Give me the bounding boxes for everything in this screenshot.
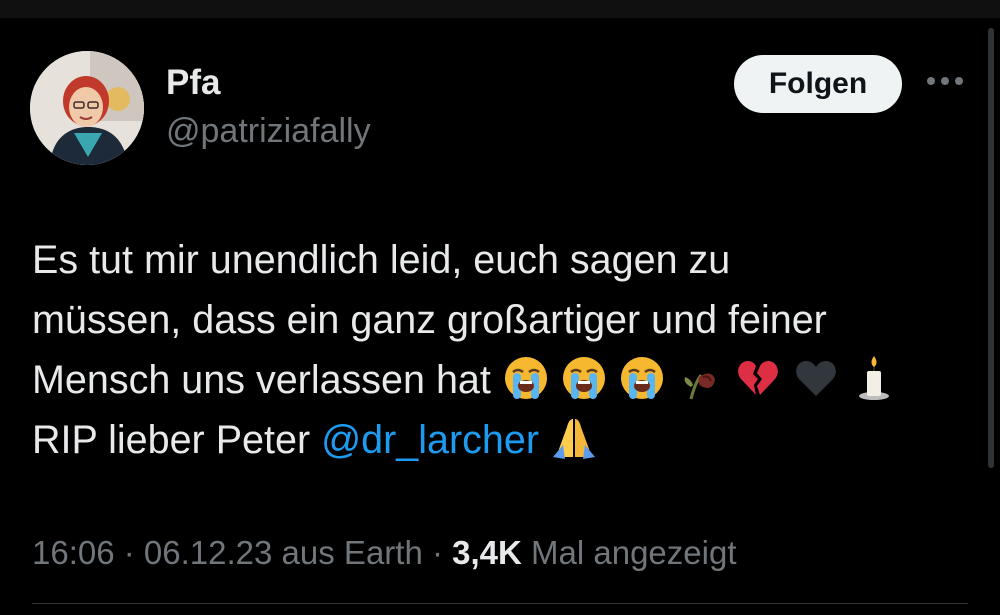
top-bar: [0, 0, 1000, 18]
tweet-line-4-text: RIP lieber Peter: [32, 418, 322, 462]
black-heart-icon: [793, 355, 839, 401]
divider: [32, 603, 968, 604]
tweet-line-3: Mensch uns verlassen hat: [32, 350, 962, 410]
loudly-crying-face-icon: [503, 355, 549, 401]
author-display-name[interactable]: Pfa: [166, 63, 220, 103]
meta-separator: ·: [422, 534, 453, 571]
follow-button[interactable]: Folgen: [734, 55, 902, 113]
loudly-crying-face-icon: [561, 355, 607, 401]
loudly-crying-face-icon: [619, 355, 665, 401]
mention-link[interactable]: @dr_larcher: [321, 418, 539, 462]
meta-separator: ·: [114, 534, 144, 571]
tweet-text: Es tut mir unendlich leid, euch sagen zu…: [32, 230, 962, 470]
tweet: Pfa @patriziafally Folgen Es tut mir une…: [0, 18, 1000, 615]
more-horizontal-icon: [925, 74, 965, 92]
tweet-source: aus Earth: [272, 534, 423, 571]
tweet-date[interactable]: 06.12.23: [144, 534, 272, 571]
tweet-meta: 16:06 · 06.12.23 aus Earth · 3,4K Mal an…: [32, 533, 737, 573]
tweet-line-4: RIP lieber Peter @dr_larcher: [32, 410, 962, 470]
wilted-rose-icon: [677, 355, 723, 401]
views-count: 3,4K: [452, 534, 522, 571]
tweet-line-2: müssen, dass ein ganz großartiger und fe…: [32, 298, 827, 342]
views-label: Mal angezeigt: [521, 534, 737, 571]
tweet-line-1: Es tut mir unendlich leid, euch sagen zu: [32, 238, 731, 282]
avatar[interactable]: [30, 51, 144, 165]
candle-icon: [851, 355, 897, 401]
broken-heart-icon: [735, 355, 781, 401]
folded-hands-icon: [551, 415, 597, 461]
author-handle[interactable]: @patriziafally: [166, 111, 371, 151]
tweet-line-3-text: Mensch uns verlassen hat: [32, 358, 491, 402]
more-options-button[interactable]: [921, 68, 969, 98]
tweet-time[interactable]: 16:06: [32, 534, 115, 571]
